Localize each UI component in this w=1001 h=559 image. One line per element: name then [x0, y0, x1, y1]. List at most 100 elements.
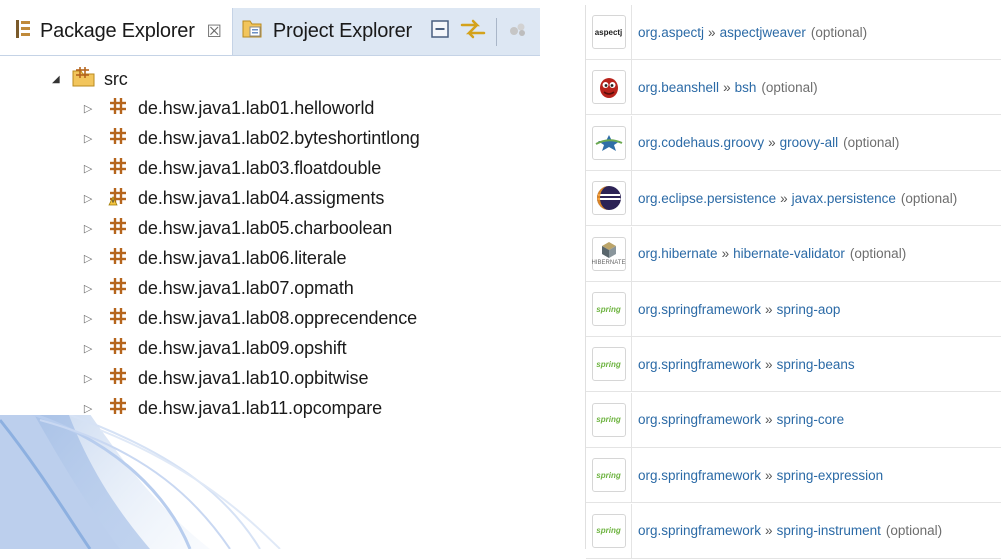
- collapsed-arrow-icon[interactable]: ▷: [80, 162, 96, 175]
- tree-item-package[interactable]: ▷ de.hsw.java1.lab11.opcompare: [80, 394, 382, 422]
- dependency-optional-label: (optional): [900, 190, 958, 206]
- dependency-row: spring org.springframework » spring-beans: [586, 337, 1001, 393]
- dependency-artifact-link[interactable]: javax.persistence: [792, 191, 896, 206]
- package-icon: [108, 246, 128, 271]
- dependency-coordinates: org.springframework » spring-instrument (op…: [638, 523, 942, 538]
- collapsed-arrow-icon[interactable]: ▷: [80, 192, 96, 205]
- link-with-editor-icon[interactable]: [460, 18, 486, 45]
- collapsed-arrow-icon[interactable]: ▷: [80, 312, 96, 325]
- package-warning-icon: [108, 186, 128, 211]
- view-menu-icon[interactable]: [507, 18, 529, 45]
- close-icon[interactable]: ☒: [207, 22, 222, 42]
- tree-item-src[interactable]: ◢ src: [52, 65, 128, 93]
- dependency-artifact-link[interactable]: groovy-all: [780, 135, 839, 150]
- package-explorer-icon: [14, 18, 32, 45]
- spring-logo: spring: [591, 513, 626, 548]
- dependency-separator: »: [765, 301, 773, 317]
- dependency-logo-cell: aspectj: [586, 5, 632, 59]
- groovy-star-icon: [595, 134, 622, 151]
- dependency-optional-label: (optional): [885, 523, 943, 539]
- tree-item-package[interactable]: ▷ de.hsw.java1.lab02.byteshortintlong: [80, 124, 420, 152]
- package-icon: [108, 126, 128, 151]
- package-icon: [108, 276, 128, 301]
- collapsed-arrow-icon[interactable]: ▷: [80, 282, 96, 295]
- dependency-row: org.codehaus.groovy » groovy-all (optional): [586, 115, 1001, 171]
- project-explorer-icon: [241, 17, 265, 46]
- collapsed-arrow-icon[interactable]: ▷: [80, 252, 96, 265]
- dependency-group-link[interactable]: org.hibernate: [638, 246, 718, 261]
- dependency-row: HIBERNATE org.hibernate» hibernate-validat…: [586, 226, 1001, 282]
- dependency-group-link[interactable]: org.eclipse.persistence: [638, 191, 776, 206]
- dependency-row: org.eclipse.persistence » javax.persistenc…: [586, 171, 1001, 227]
- collapsed-arrow-icon[interactable]: ▷: [80, 402, 96, 415]
- tab-label: Project Explorer: [272, 20, 412, 42]
- dependency-artifact-link[interactable]: spring-beans: [777, 357, 855, 372]
- tree-item-package[interactable]: ▷ de.hsw.java1.lab03.floatdouble: [80, 154, 381, 182]
- collapsed-arrow-icon[interactable]: ▷: [80, 102, 96, 115]
- tree-item-package[interactable]: ▷ de.hsw.java1.lab07.opmath: [80, 274, 354, 302]
- dependency-group-link[interactable]: org.springframework: [638, 357, 761, 372]
- dependency-group-link[interactable]: org.springframework: [638, 302, 761, 317]
- beanshell-icon: [599, 78, 618, 99]
- dependency-coordinates: org.springframework » spring-aop: [638, 302, 840, 317]
- tree-item-package[interactable]: ▷ de.hsw.java1.lab04.assigments: [80, 184, 384, 212]
- tree-item-package[interactable]: ▷ de.hsw.java1.lab10.opbitwise: [80, 364, 368, 392]
- dependency-group-link[interactable]: org.springframework: [638, 523, 761, 538]
- dependency-group-link[interactable]: org.springframework: [638, 468, 761, 483]
- tree-item-label: de.hsw.java1.lab11.opcompare: [138, 397, 383, 418]
- dependency-group-link[interactable]: org.springframework: [638, 412, 761, 427]
- dependency-coordinates: org.codehaus.groovy » groovy-all (optional): [638, 135, 899, 150]
- package-icon: [108, 396, 128, 421]
- dependency-logo-cell: spring: [586, 392, 632, 447]
- dependency-coordinates: org.springframework » spring-expression: [638, 468, 883, 483]
- tree-item-label: src: [104, 68, 128, 89]
- package-explorer-view: Package Explorer ☒ Project Explorer ◢ sr…: [0, 8, 540, 418]
- dependency-separator: »: [721, 246, 730, 262]
- dependency-group-link[interactable]: org.aspectj: [638, 25, 704, 40]
- tree-item-label: de.hsw.java1.lab07.opmath: [138, 277, 354, 298]
- dependency-row: spring org.springframework » spring-express…: [586, 448, 1001, 504]
- collapsed-arrow-icon[interactable]: ▷: [80, 222, 96, 235]
- dependency-artifact-link[interactable]: spring-expression: [777, 468, 884, 483]
- dependency-optional-label: (optional): [761, 79, 818, 95]
- collapsed-arrow-icon[interactable]: ▷: [80, 372, 96, 385]
- dependency-separator: »: [723, 79, 731, 95]
- dependency-logo-cell: spring: [586, 448, 632, 503]
- dependency-group-link[interactable]: org.codehaus.groovy: [638, 135, 764, 150]
- dependency-coordinates: org.springframework » spring-core: [638, 412, 844, 427]
- dependency-row: aspectj org.aspectj » aspectjweaver (optiona…: [586, 5, 1001, 60]
- dependency-separator: »: [765, 356, 773, 372]
- dependency-separator: »: [765, 412, 773, 428]
- dependency-coordinates: org.eclipse.persistence » javax.persistenc…: [638, 191, 957, 206]
- dependency-artifact-link[interactable]: hibernate-validator: [733, 246, 845, 261]
- tree-item-package[interactable]: ▷ de.hsw.java1.lab08.opprecendence: [80, 304, 417, 332]
- collapse-all-icon[interactable]: [430, 19, 450, 44]
- collapsed-arrow-icon[interactable]: ▷: [80, 342, 96, 355]
- tree-item-package[interactable]: ▷ de.hsw.java1.lab09.opshift: [80, 334, 347, 362]
- tree-item-package[interactable]: ▷ de.hsw.java1.lab05.charboolean: [80, 214, 392, 242]
- source-folder-icon: [72, 66, 96, 93]
- expanded-arrow-icon[interactable]: ◢: [52, 74, 66, 85]
- dependency-separator: »: [765, 523, 773, 539]
- dependency-artifact-link[interactable]: aspectjweaver: [720, 25, 806, 40]
- tree-item-package[interactable]: ▷ de.hsw.java1.lab06.literale: [80, 244, 347, 272]
- spring-logo: spring: [591, 458, 626, 493]
- dependency-group-link[interactable]: org.beanshell: [638, 80, 719, 95]
- dependency-coordinates: org.beanshell » bsh (optional): [638, 80, 818, 95]
- spring-logo: spring: [591, 402, 626, 437]
- tree-item-label: de.hsw.java1.lab05.charboolean: [138, 217, 393, 238]
- tab-project-explorer[interactable]: Project Explorer: [233, 8, 420, 55]
- dependency-artifact-link[interactable]: spring-aop: [777, 302, 841, 317]
- eclipse-icon: [596, 186, 621, 211]
- dependency-artifact-link[interactable]: spring-instrument: [777, 523, 881, 538]
- dependency-artifact-link[interactable]: spring-core: [777, 412, 845, 427]
- dependency-logo-cell: [586, 115, 632, 170]
- package-icon: [108, 156, 128, 181]
- tab-package-explorer[interactable]: Package Explorer ☒: [0, 8, 233, 55]
- collapsed-arrow-icon[interactable]: ▷: [80, 132, 96, 145]
- dependency-artifact-link[interactable]: bsh: [735, 80, 757, 95]
- dependency-separator: »: [765, 467, 773, 483]
- tree-item-package[interactable]: ▷ de.hsw.java1.lab01.helloworld: [80, 94, 374, 122]
- spring-logo-text: spring: [596, 526, 621, 536]
- tree-item-label: de.hsw.java1.lab02.byteshortintlong: [138, 127, 420, 148]
